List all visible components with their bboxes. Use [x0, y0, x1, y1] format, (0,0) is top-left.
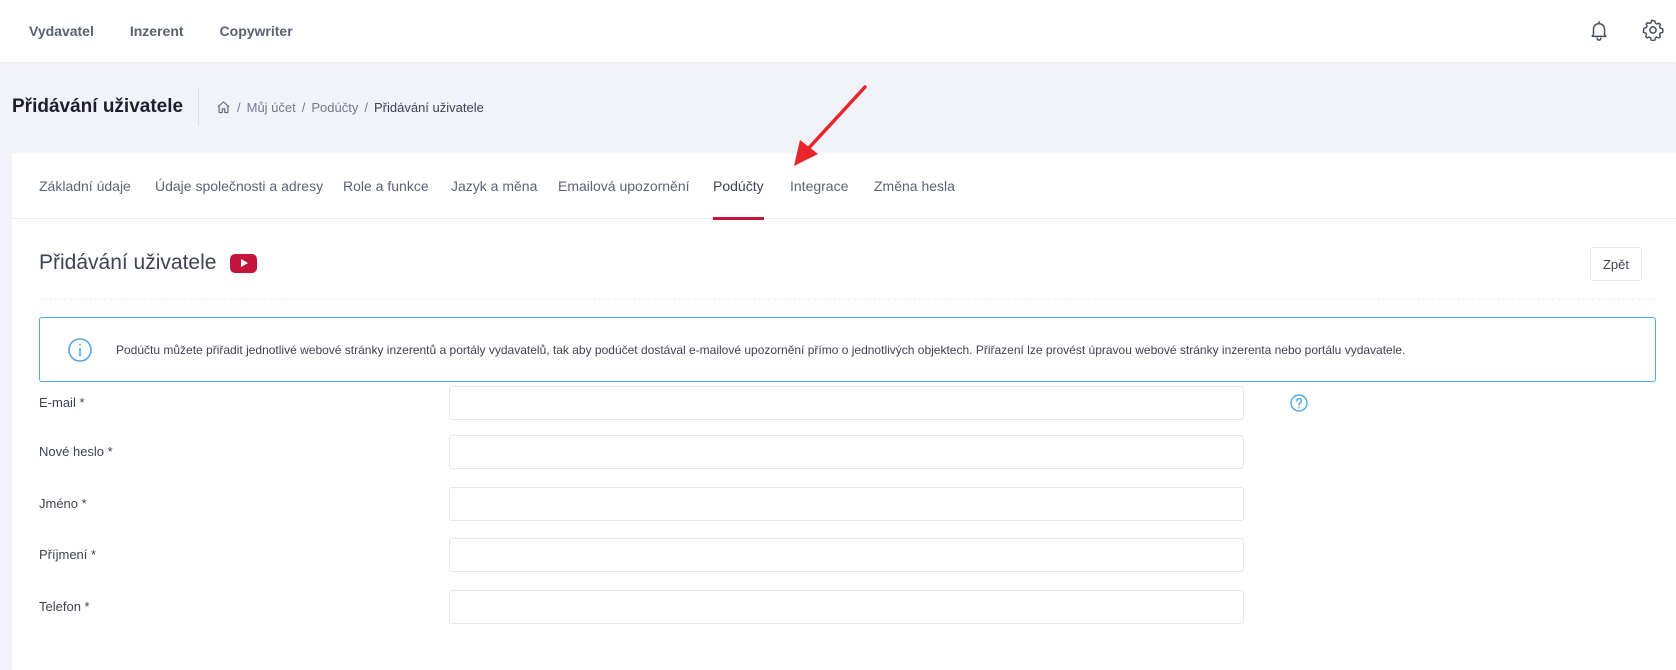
password-field[interactable] [449, 435, 1244, 469]
content-title: Přidávání uživatele [39, 251, 217, 274]
back-button[interactable]: Zpět [1590, 247, 1642, 281]
divider [39, 299, 1655, 300]
header-divider [198, 88, 199, 126]
first-name-field[interactable] [449, 487, 1244, 521]
nav-vydavatel[interactable]: Vydavatel [29, 23, 94, 39]
form-row-phone: Telefon * [39, 590, 1659, 624]
tab-jazyk-a-mena[interactable]: Jazyk a měna [451, 153, 537, 219]
tab-zakladni-udaje[interactable]: Základní údaje [39, 153, 131, 219]
main-card: Základní údaje Údaje společnosti a adres… [12, 153, 1676, 670]
breadcrumb-current: Přidávání uživatele [374, 100, 484, 115]
annotation-arrow [794, 85, 867, 166]
email-label: E-mail * [39, 395, 85, 410]
last-name-label: Příjmení * [39, 547, 97, 562]
gear-icon[interactable] [1640, 17, 1666, 43]
nav-inzerent[interactable]: Inzerent [130, 23, 184, 39]
breadcrumb: / Můj účet / Podúčty / Přidávání uživate… [216, 100, 484, 115]
form-row-first-name: Jméno * [39, 487, 1659, 521]
last-name-field[interactable] [449, 538, 1244, 572]
info-text: Podúčtu můžete přiřadit jednotlivé webov… [116, 342, 1406, 357]
question-icon[interactable] [1289, 393, 1309, 413]
youtube-icon[interactable] [230, 253, 258, 273]
bell-icon[interactable] [1586, 17, 1612, 43]
breadcrumb-separator: / [301, 100, 306, 115]
breadcrumb-separator: / [237, 100, 241, 115]
password-label: Nové heslo * [39, 444, 113, 459]
tab-udaje-spolecnosti[interactable]: Údaje společnosti a adresy [155, 153, 323, 219]
form-row-password: Nové heslo * [39, 435, 1659, 469]
info-alert: Podúčtu můžete přiřadit jednotlivé webov… [39, 317, 1656, 382]
email-field[interactable] [449, 386, 1244, 420]
tab-podacty[interactable]: Podúčty [713, 153, 764, 220]
home-icon[interactable] [216, 100, 231, 115]
form-row-last-name: Příjmení * [39, 538, 1659, 572]
breadcrumb-poducty[interactable]: Podúčty [311, 100, 358, 115]
breadcrumb-separator: / [364, 100, 368, 115]
content-header: Přidávání uživatele [39, 251, 258, 275]
tab-role-a-funkce[interactable]: Role a funkce [343, 153, 429, 219]
phone-label: Telefon * [39, 599, 90, 614]
breadcrumb-muj-ucet[interactable]: Můj účet [247, 100, 296, 115]
form-row-email: E-mail * [39, 386, 1659, 420]
top-icons [1586, 17, 1666, 43]
first-name-label: Jméno * [39, 496, 87, 511]
info-icon [68, 337, 92, 362]
tab-emailova-upozorneni[interactable]: Emailová upozornění [558, 153, 690, 219]
top-nav: Vydavatel Inzerent Copywriter [29, 0, 293, 62]
phone-field[interactable] [449, 590, 1244, 624]
nav-copywriter[interactable]: Copywriter [220, 23, 293, 39]
top-bar: Vydavatel Inzerent Copywriter [0, 0, 1676, 62]
page-title: Přidávání uživatele [12, 96, 184, 117]
